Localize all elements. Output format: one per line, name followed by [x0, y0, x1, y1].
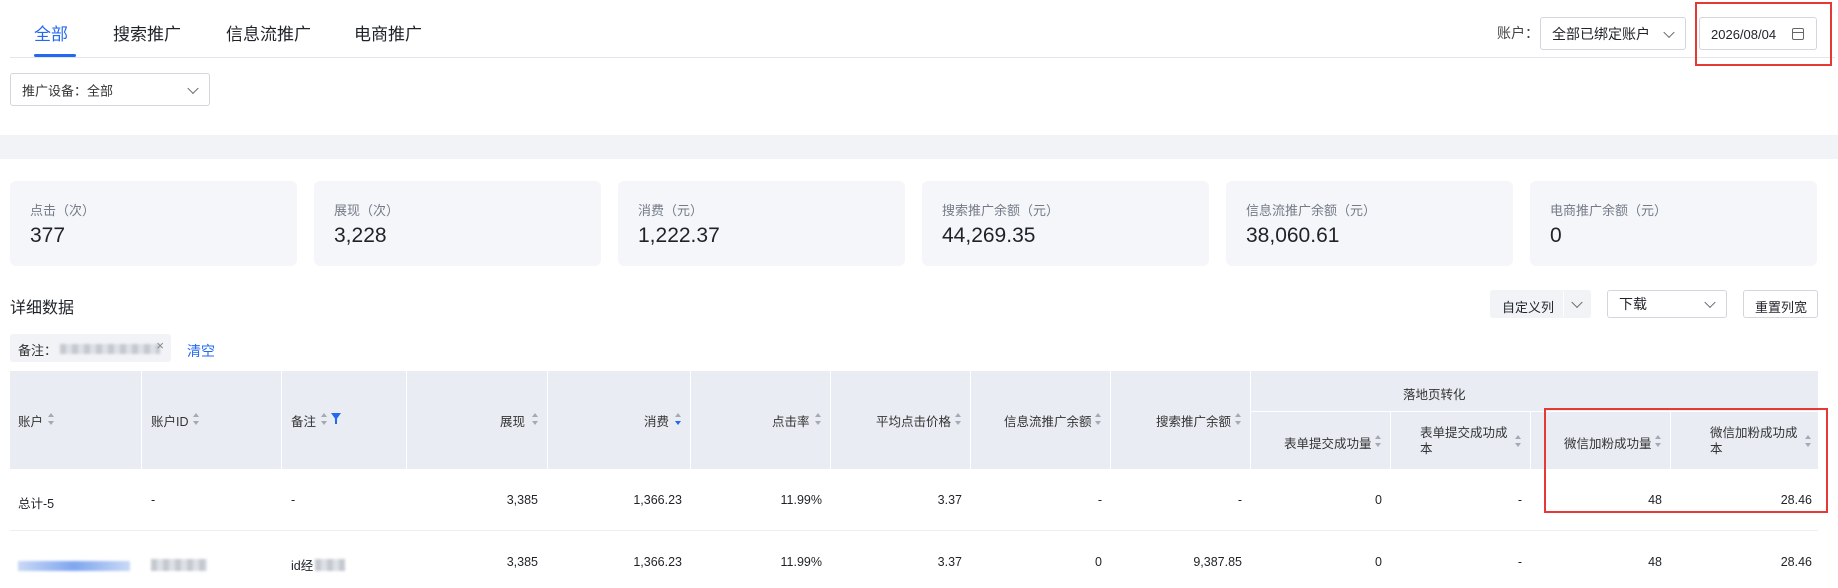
stat-label: 消费（元）: [638, 203, 704, 218]
sort-icon[interactable]: [193, 413, 200, 425]
section-title: 详细数据: [10, 300, 75, 317]
cell-form-count: 0: [1375, 555, 1382, 569]
account-select-value: 全部已绑定账户: [1552, 25, 1650, 42]
stat-card-clicks: 点击（次） 377: [10, 181, 297, 266]
custom-columns-label: 自定义列: [1502, 300, 1555, 315]
sort-icon[interactable]: [321, 413, 328, 425]
cell-form-count: 0: [1375, 493, 1382, 507]
stat-value: 44,269.35: [942, 224, 1036, 247]
column-header-account-id[interactable]: 账户ID: [151, 411, 189, 430]
tab-search-promotion[interactable]: 搜索推广: [113, 20, 181, 45]
column-header-impressions[interactable]: 展现: [500, 411, 525, 430]
chevron-down-icon: [187, 82, 199, 94]
cell-note: -: [291, 493, 296, 507]
stat-card-cost: 消费（元） 1,222.37: [618, 181, 905, 266]
reset-width-button[interactable]: 重置列宽: [1743, 290, 1818, 318]
redacted-text: [60, 344, 160, 354]
cell-wechat-count: 48: [1648, 555, 1662, 569]
account-select[interactable]: 全部已绑定账户: [1540, 17, 1686, 50]
stat-card-search-balance: 搜索推广余额（元） 44,269.35: [922, 181, 1209, 266]
cell-ctr: 11.99%: [780, 493, 822, 507]
device-select[interactable]: 推广设备：全部: [10, 73, 210, 106]
section-divider: [0, 135, 1838, 159]
cell-impressions: 3,385: [506, 493, 538, 507]
chevron-down-icon: [1571, 296, 1583, 309]
column-header-note[interactable]: 备注: [291, 411, 316, 430]
column-header-form-count[interactable]: 表单提交成功量: [1284, 433, 1372, 452]
sort-icon[interactable]: [48, 413, 55, 425]
account-label: 账户：: [1497, 25, 1539, 41]
stat-label: 展现（次）: [334, 203, 400, 218]
device-select-value: 推广设备：全部: [22, 83, 114, 98]
cell-search-balance: -: [1237, 493, 1242, 507]
tab-feed-promotion[interactable]: 信息流推广: [226, 20, 311, 45]
sort-icon[interactable]: [955, 413, 962, 425]
stat-label: 电商推广余额（元）: [1550, 203, 1668, 218]
stat-card-impressions: 展现（次） 3,228: [314, 181, 601, 266]
cell-wechat-cost: 28.46: [1780, 555, 1812, 569]
reset-width-label: 重置列宽: [1755, 300, 1808, 315]
stat-label: 信息流推广余额（元）: [1246, 203, 1377, 218]
stat-card-feed-balance: 信息流推广余额（元） 38,060.61: [1226, 181, 1513, 266]
stat-value: 38,060.61: [1246, 224, 1340, 247]
cell-feed-balance: -: [1097, 493, 1102, 507]
sort-icon[interactable]: [1515, 435, 1522, 447]
column-header-search-balance[interactable]: 搜索推广余额: [1156, 411, 1231, 430]
group-header-landing: 落地页转化: [1403, 388, 1466, 402]
sort-icon[interactable]: [1375, 435, 1382, 447]
column-header-ctr[interactable]: 点击率: [772, 411, 810, 430]
column-header-cost[interactable]: 消费: [644, 411, 669, 430]
chevron-down-icon: [1663, 26, 1675, 38]
redacted-note: [315, 559, 345, 571]
sort-desc-icon[interactable]: [675, 413, 682, 425]
stat-value: 3,228: [334, 224, 387, 247]
custom-columns-dropdown[interactable]: [1563, 290, 1591, 318]
highlight-box-wechat-columns: [1544, 408, 1828, 513]
stat-value: 0: [1550, 224, 1562, 247]
filter-chip-label: 备注：: [18, 343, 58, 358]
stat-card-ecommerce-balance: 电商推广余额（元） 0: [1530, 181, 1817, 266]
table-row[interactable]: id经 3,385 1,366.23 11.99% 3.37 0 9,387.8…: [10, 531, 1818, 588]
column-header-form-cost[interactable]: 表单提交成功成本: [1420, 425, 1516, 457]
cell-account: 总计-5: [18, 497, 55, 511]
tab-ecommerce-promotion[interactable]: 电商推广: [354, 20, 422, 45]
column-header-feed-balance[interactable]: 信息流推广余额: [1004, 411, 1092, 430]
cell-search-balance: 9,387.85: [1193, 555, 1242, 569]
cell-impressions: 3,385: [506, 555, 538, 569]
stat-value: 377: [30, 224, 66, 247]
clear-filters-link[interactable]: 清空: [187, 341, 215, 361]
active-tab-indicator: [34, 54, 76, 57]
stat-label: 搜索推广余额（元）: [942, 203, 1060, 218]
sort-icon[interactable]: [1235, 413, 1242, 425]
download-label: 下载: [1619, 296, 1647, 312]
cell-ctr: 11.99%: [780, 555, 822, 569]
sort-icon[interactable]: [532, 413, 539, 425]
cell-feed-balance: 0: [1095, 555, 1102, 569]
redacted-account-link[interactable]: [18, 561, 130, 571]
sort-icon[interactable]: [815, 413, 822, 425]
stat-value: 1,222.37: [638, 224, 720, 247]
cell-form-cost: -: [1517, 555, 1522, 569]
stat-label: 点击（次）: [30, 203, 96, 218]
cell-account-id: -: [151, 493, 156, 507]
tab-all[interactable]: 全部: [34, 20, 68, 45]
cell-form-cost: -: [1517, 493, 1522, 507]
cell-avg-cpc: 3.37: [937, 493, 962, 507]
column-header-account[interactable]: 账户: [18, 411, 43, 430]
filter-funnel-icon[interactable]: [331, 413, 341, 424]
cell-cost: 1,366.23: [633, 555, 682, 569]
highlight-box-date: [1695, 2, 1832, 66]
cell-avg-cpc: 3.37: [937, 555, 962, 569]
close-icon[interactable]: ×: [156, 338, 164, 353]
chevron-down-icon: [1704, 296, 1716, 309]
column-header-avg-cpc[interactable]: 平均点击价格: [876, 411, 951, 430]
cell-note: id经: [291, 559, 314, 573]
download-select[interactable]: 下载: [1607, 290, 1727, 318]
cell-cost: 1,366.23: [633, 493, 682, 507]
filter-chip-note[interactable]: 备注： ×: [10, 334, 171, 362]
sort-icon[interactable]: [1095, 413, 1102, 425]
redacted-account-id: [151, 559, 207, 571]
